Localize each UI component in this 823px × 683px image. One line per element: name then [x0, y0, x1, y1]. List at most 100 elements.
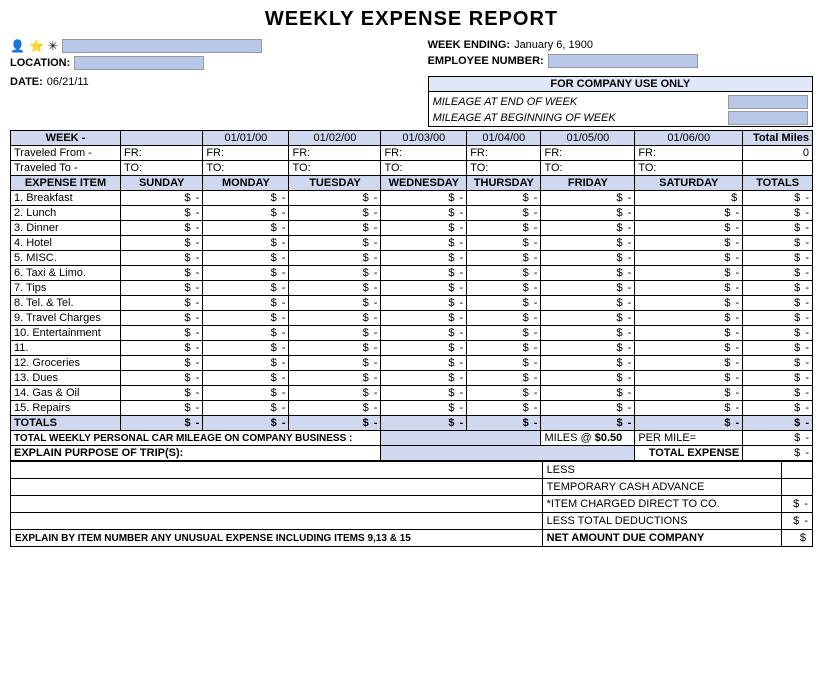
col-wednesday: WEDNESDAY [381, 176, 467, 191]
from-fr-0: FR: [121, 146, 203, 161]
mileage-begin-input[interactable] [728, 111, 808, 125]
star-icon: ⭐ [29, 39, 44, 53]
to-3: TO: [381, 161, 467, 176]
col-friday: FRIDAY [541, 176, 635, 191]
location-label: LOCATION: [10, 57, 70, 69]
miles-at-label: MILES @ $0.50 [541, 431, 635, 446]
traveled-to-label: Traveled To - [11, 161, 121, 176]
col-sunday: SUNDAY [121, 176, 203, 191]
expense-row-14: 14. Gas & Oil $ - $ - $ - $ - $ - $ - $ … [11, 386, 813, 401]
week-date-4: 01/05/00 [541, 131, 635, 146]
item-1-sun[interactable]: $ - [121, 191, 203, 206]
expense-table: WEEK - 01/01/00 01/02/00 01/03/00 01/04/… [10, 130, 813, 461]
name-input[interactable] [62, 39, 262, 53]
column-header-row: EXPENSE ITEM SUNDAY MONDAY TUESDAY WEDNE… [11, 176, 813, 191]
less-total-label: LESS TOTAL DEDUCTIONS [542, 513, 781, 530]
week-date-0: 01/01/00 [203, 131, 289, 146]
person-icon: 👤 [10, 39, 25, 53]
expense-row-9: 9. Travel Charges $ - $ - $ - $ - $ - $ … [11, 311, 813, 326]
total-expense-value: $ - [743, 446, 813, 461]
expense-row-12: 12. Groceries $ - $ - $ - $ - $ - $ - $ … [11, 356, 813, 371]
expense-row-13: 13. Dues $ - $ - $ - $ - $ - $ - $ - $ - [11, 371, 813, 386]
from-fr-3: FR: [381, 146, 467, 161]
week-header-row: WEEK - 01/01/00 01/02/00 01/03/00 01/04/… [11, 131, 813, 146]
temp-cash-row: TEMPORARY CASH ADVANCE [11, 479, 813, 496]
to-1: TO: [203, 161, 289, 176]
to-2: TO: [289, 161, 381, 176]
from-fr-4: FR: [467, 146, 541, 161]
expense-row-7: 7. Tips $ - $ - $ - $ - $ - $ - $ - $ - [11, 281, 813, 296]
item-2: 2. Lunch [11, 206, 121, 221]
item-7: 7. Tips [11, 281, 121, 296]
explain-unusual-row: EXPLAIN BY ITEM NUMBER ANY UNUSUAL EXPEN… [11, 530, 813, 547]
mileage-row: TOTAL WEEKLY PERSONAL CAR MILEAGE ON COM… [11, 431, 813, 446]
expense-row-6: 6. Taxi & Limo. $ - $ - $ - $ - $ - $ - … [11, 266, 813, 281]
item-6: 6. Taxi & Limo. [11, 266, 121, 281]
less-label: LESS [542, 462, 781, 479]
item-1: 1. Breakfast [11, 191, 121, 206]
item-1-sat[interactable]: $ [635, 191, 743, 206]
col-item-header: EXPENSE ITEM [11, 176, 121, 191]
item-13: 13. Dues [11, 371, 121, 386]
expense-row-8: 8. Tel. & Tel. $ - $ - $ - $ - $ - $ - $… [11, 296, 813, 311]
explain-label: EXPLAIN PURPOSE OF TRIP(S): [11, 446, 381, 461]
item-1-tue[interactable]: $ - [289, 191, 381, 206]
mileage-total: $ - [743, 431, 813, 446]
item-1-fri[interactable]: $ - [541, 191, 635, 206]
item-15: 15. Repairs [11, 401, 121, 416]
company-car-box: FOR COMPANY USE ONLY MILEAGE AT END OF W… [428, 76, 813, 127]
item-3: 3. Dinner [11, 221, 121, 236]
item-1-wed[interactable]: $ - [381, 191, 467, 206]
week-date-1: 01/02/00 [289, 131, 381, 146]
employee-number-input[interactable] [548, 54, 698, 68]
to-4: TO: [467, 161, 541, 176]
week-ending-label: WEEK ENDING: [428, 39, 511, 51]
total-miles-label: Total Miles [743, 131, 813, 146]
totals-label: TOTALS [11, 416, 121, 431]
page-title: WEEKLY EXPENSE REPORT [10, 8, 813, 31]
week-col-blank [121, 131, 203, 146]
employee-number-label: EMPLOYEE NUMBER: [428, 55, 544, 67]
miles-rate: $0.50 [595, 432, 623, 444]
item-1-mon[interactable]: $ - [203, 191, 289, 206]
page: WEEKLY EXPENSE REPORT 👤 ⭐ ✳ LOCATION: WE… [0, 0, 823, 555]
temp-cash-label: TEMPORARY CASH ADVANCE [542, 479, 781, 496]
week-ending-value: January 6, 1900 [514, 39, 593, 51]
date-value: 06/21/11 [47, 76, 89, 88]
item-12: 12. Groceries [11, 356, 121, 371]
icons-row: 👤 ⭐ ✳ [10, 39, 412, 53]
date-row: DATE: 06/21/11 [10, 76, 395, 88]
expense-row-15: 15. Repairs $ - $ - $ - $ - $ - $ - $ - … [11, 401, 813, 416]
item-1-total: $ - [743, 191, 813, 206]
item-8: 8. Tel. & Tel. [11, 296, 121, 311]
expense-row-5: 5. MISC. $ - $ - $ - $ - $ - $ - $ - $ - [11, 251, 813, 266]
to-0: TO: [121, 161, 203, 176]
item-11: 11. [11, 341, 121, 356]
from-fr-1: FR: [203, 146, 289, 161]
expense-row-10: 10. Entertainment $ - $ - $ - $ - $ - $ … [11, 326, 813, 341]
expense-row-2: 2. Lunch $ - $ - $ - $ - $ - $ - $ - $ - [11, 206, 813, 221]
mileage-end-input[interactable] [728, 95, 808, 109]
mileage-end-label: MILEAGE AT END OF WEEK [433, 96, 578, 108]
date-label: DATE: [10, 76, 43, 88]
col-tuesday: TUESDAY [289, 176, 381, 191]
col-saturday: SATURDAY [635, 176, 743, 191]
from-fr-2: FR: [289, 146, 381, 161]
less-total-row: LESS TOTAL DEDUCTIONS $ - [11, 513, 813, 530]
less-row: LESS [11, 462, 813, 479]
item-1-thu[interactable]: $ - [467, 191, 541, 206]
total-expense-label: TOTAL EXPENSE [635, 446, 743, 461]
location-input[interactable] [74, 56, 204, 70]
item-5: 5. MISC. [11, 251, 121, 266]
expense-row-1: 1. Breakfast $ - $ - $ - $ - $ - $ - $ $… [11, 191, 813, 206]
net-amount-label: NET AMOUNT DUE COMPANY [542, 530, 781, 547]
explain-row: EXPLAIN PURPOSE OF TRIP(S): TOTAL EXPENS… [11, 446, 813, 461]
per-mile-label: PER MILE= [635, 431, 743, 446]
expense-row-11: 11. $ - $ - $ - $ - $ - $ - $ - $ - [11, 341, 813, 356]
week-label: WEEK - [11, 131, 121, 146]
week-date-2: 01/03/00 [381, 131, 467, 146]
col-thursday: THURSDAY [467, 176, 541, 191]
company-car-title: FOR COMPANY USE ONLY [429, 77, 812, 92]
mileage-begin-label: MILEAGE AT BEGINNING OF WEEK [433, 112, 616, 124]
from-fr-6: FR: [635, 146, 743, 161]
